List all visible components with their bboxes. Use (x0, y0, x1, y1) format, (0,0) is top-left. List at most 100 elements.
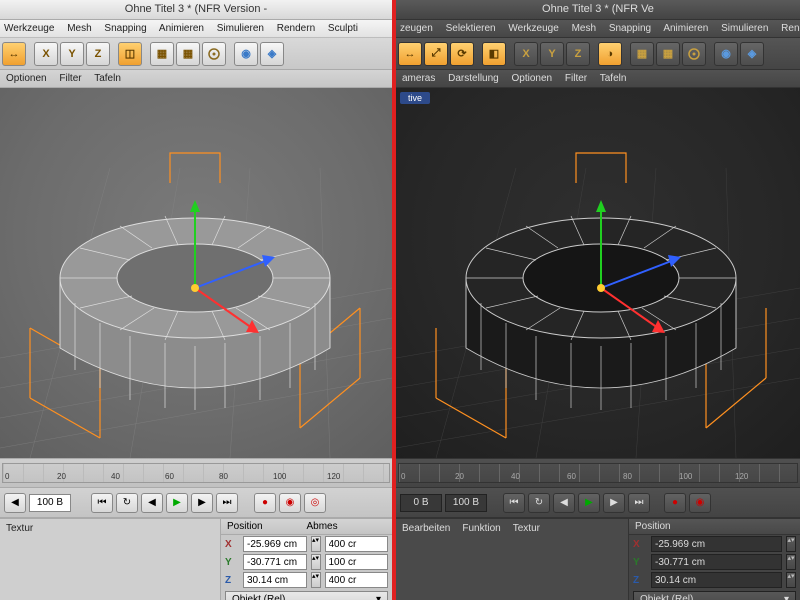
viewport-menu-item[interactable]: Optionen (512, 73, 553, 84)
main-toolbar: ↔ ⤢ ⟳ ◧ X Y Z ◑ ▦ ▦ ◉ ◈ (396, 38, 800, 70)
coord-sys-icon[interactable]: ◑ (598, 42, 622, 66)
material-panel: Bearbeiten Funktion Textur (396, 519, 628, 600)
axis-x-button[interactable]: X (34, 42, 58, 66)
render-region-icon[interactable]: ▦ (176, 42, 200, 66)
viewport-3d[interactable] (0, 88, 392, 458)
render-settings-icon[interactable] (682, 42, 706, 66)
coord-mode-dropdown[interactable]: Objekt (Rel)▾ (633, 591, 796, 600)
pos-z-field[interactable] (651, 572, 782, 588)
move-tool-icon[interactable]: ↔ (398, 42, 422, 66)
viewport-menu-item[interactable]: Filter (565, 73, 587, 84)
scale-tool-icon[interactable]: ⤢ (424, 42, 448, 66)
pos-x-field[interactable] (651, 536, 782, 552)
material-menu-item[interactable]: Bearbeiten (402, 523, 450, 596)
coord-header-position: Position (635, 521, 794, 532)
menu-item[interactable]: Werkzeuge (508, 23, 558, 34)
current-frame-field[interactable]: 100 B (29, 494, 71, 512)
viewport-menu-item[interactable]: Filter (59, 73, 81, 84)
primitive-cube-icon[interactable]: ◉ (234, 42, 258, 66)
menu-item[interactable]: Rendern (277, 23, 315, 34)
axis-x-button[interactable]: X (514, 42, 538, 66)
lasttool-icon[interactable]: ◧ (482, 42, 506, 66)
record-button[interactable]: ● (664, 493, 686, 513)
spinner-icon[interactable]: ▴▾ (786, 536, 796, 552)
menu-item[interactable]: Snapping (609, 23, 651, 34)
primitive-cube-icon[interactable]: ◉ (714, 42, 738, 66)
menu-item[interactable]: Simulieren (217, 23, 264, 34)
range-end-field[interactable]: 100 B (445, 494, 487, 512)
key-set-button[interactable]: ◎ (304, 493, 326, 513)
size-z-field[interactable] (325, 572, 389, 588)
menu-item[interactable]: Rendern (781, 23, 800, 34)
menu-item[interactable]: Animieren (663, 23, 708, 34)
axis-z-button[interactable]: Z (86, 42, 110, 66)
record-button[interactable]: ● (254, 493, 276, 513)
menu-item[interactable]: Simulieren (721, 23, 768, 34)
menu-item[interactable]: Sculpti (328, 23, 358, 34)
pos-y-field[interactable] (651, 554, 782, 570)
window-title: Ohne Titel 3 * (NFR Ve (396, 0, 800, 20)
viewport-3d[interactable]: tive (396, 88, 800, 458)
axis-z-label: Z (633, 575, 647, 586)
coord-mode-dropdown[interactable]: Objekt (Rel)▾ (225, 591, 388, 600)
spinner-icon[interactable]: ▴▾ (786, 554, 796, 570)
timeline-ruler[interactable]: 0 20 40 60 80 100 120 (0, 458, 392, 488)
rotate-tool-icon[interactable]: ⟳ (450, 42, 474, 66)
spinner-icon[interactable]: ▴▾ (311, 572, 321, 588)
cube-icon[interactable]: ◫ (118, 42, 142, 66)
move-tool-icon[interactable]: ↔ (2, 42, 26, 66)
viewport-menu-item[interactable]: ameras (402, 73, 435, 84)
step-back-button[interactable]: ◀ (141, 493, 163, 513)
viewport-menu-item[interactable]: Darstellung (448, 73, 499, 84)
render-region-icon[interactable]: ▦ (656, 42, 680, 66)
pos-x-field[interactable] (243, 536, 307, 552)
menu-item[interactable]: zeugen (400, 23, 433, 34)
frame-ruler[interactable]: 0 20 40 60 80 100 120 (2, 463, 390, 483)
autokey-button[interactable]: ◉ (279, 493, 301, 513)
material-menu-item[interactable]: Textur (513, 523, 540, 596)
menu-item[interactable]: Mesh (572, 23, 596, 34)
loop-button[interactable]: ↻ (116, 493, 138, 513)
autokey-button[interactable]: ◉ (689, 493, 711, 513)
goto-start-button[interactable]: ⏮ (503, 493, 525, 513)
axis-y-button[interactable]: Y (540, 42, 564, 66)
prev-key-button[interactable]: ◀ (4, 493, 26, 513)
pos-y-field[interactable] (243, 554, 307, 570)
step-fwd-button[interactable]: ▶ (191, 493, 213, 513)
range-start-field[interactable]: 0 B (400, 494, 442, 512)
axis-z-button[interactable]: Z (566, 42, 590, 66)
step-back-button[interactable]: ◀ (553, 493, 575, 513)
goto-start-button[interactable]: ⏮ (91, 493, 113, 513)
step-fwd-button[interactable]: ▶ (603, 493, 625, 513)
size-x-field[interactable] (325, 536, 389, 552)
spinner-icon[interactable]: ▴▾ (311, 554, 321, 570)
viewport-menu-item[interactable]: Tafeln (600, 73, 627, 84)
menu-item[interactable]: Animieren (159, 23, 204, 34)
pos-z-field[interactable] (243, 572, 307, 588)
loop-button[interactable]: ↻ (528, 493, 550, 513)
menu-item[interactable]: Werkzeuge (4, 23, 54, 34)
goto-end-button[interactable]: ⏭ (216, 493, 238, 513)
spinner-icon[interactable]: ▴▾ (311, 536, 321, 552)
primitive-plane-icon[interactable]: ◈ (260, 42, 284, 66)
material-menu-item[interactable]: Textur (6, 523, 33, 596)
viewport-menu-item[interactable]: Optionen (6, 73, 47, 84)
play-button[interactable]: ▶ (578, 493, 600, 513)
material-menu-item[interactable]: Funktion (462, 523, 500, 596)
menu-item[interactable]: Mesh (67, 23, 91, 34)
render-icon[interactable]: ▦ (630, 42, 654, 66)
axis-y-button[interactable]: Y (60, 42, 84, 66)
spinner-icon[interactable]: ▴▾ (786, 572, 796, 588)
menu-item[interactable]: Selektieren (446, 23, 496, 34)
timeline-ruler[interactable]: 0 20 40 60 80 100 120 (396, 458, 800, 488)
size-y-field[interactable] (325, 554, 389, 570)
primitive-plane-icon[interactable]: ◈ (740, 42, 764, 66)
viewport-menu-bar: ameras Darstellung Optionen Filter Tafel… (396, 70, 800, 88)
play-button[interactable]: ▶ (166, 493, 188, 513)
menu-item[interactable]: Snapping (104, 23, 146, 34)
render-settings-icon[interactable] (202, 42, 226, 66)
viewport-menu-item[interactable]: Tafeln (94, 73, 121, 84)
goto-end-button[interactable]: ⏭ (628, 493, 650, 513)
frame-ruler[interactable]: 0 20 40 60 80 100 120 (398, 463, 798, 483)
render-icon[interactable]: ▦ (150, 42, 174, 66)
